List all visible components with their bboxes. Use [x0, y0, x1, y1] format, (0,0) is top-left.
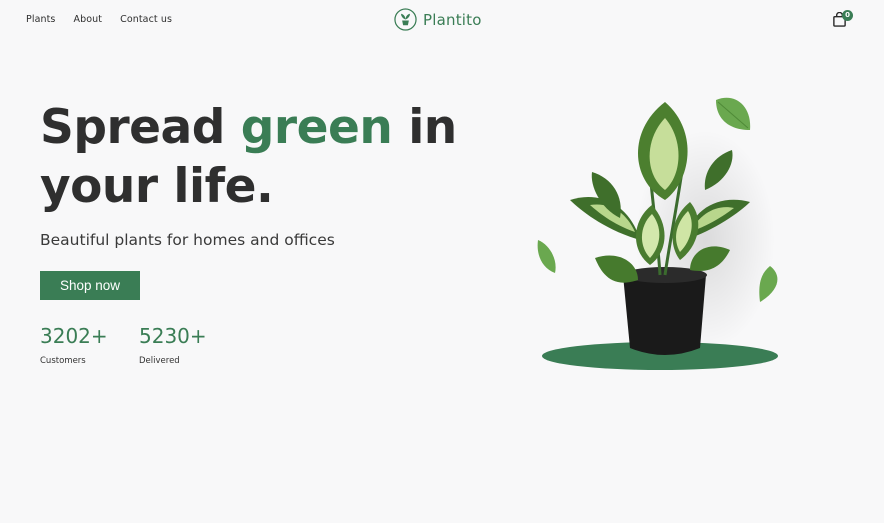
hero-subtitle: Beautiful plants for homes and offices	[40, 231, 335, 249]
plant-pot-icon	[394, 8, 417, 31]
nav-link-contact[interactable]: Contact us	[120, 14, 172, 25]
hero-title: Spread green in your life.	[40, 98, 480, 216]
hero-title-part1: Spread	[40, 100, 241, 155]
brand-logo[interactable]: Plantito	[394, 8, 482, 31]
cart-count-badge: 0	[842, 10, 853, 21]
stat-customers-label: Customers	[40, 356, 86, 366]
brand-name: Plantito	[423, 10, 482, 29]
stat-customers: 3202+ Customers	[40, 324, 108, 366]
cart-button[interactable]: 0	[832, 10, 854, 30]
stat-delivered-label: Delivered	[139, 356, 180, 366]
stat-customers-value: 3202+	[40, 324, 108, 348]
shop-now-button[interactable]: Shop now	[40, 271, 140, 300]
nav-link-plants[interactable]: Plants	[26, 14, 56, 25]
nav-link-about[interactable]: About	[74, 14, 103, 25]
potted-plant-illustration	[537, 97, 778, 370]
stat-delivered-value: 5230+	[139, 324, 207, 348]
hero-plant-image	[520, 90, 800, 390]
nav-links: Plants About Contact us	[26, 14, 172, 25]
hero-title-accent: green	[240, 100, 393, 155]
stat-delivered: 5230+ Delivered	[139, 324, 207, 366]
